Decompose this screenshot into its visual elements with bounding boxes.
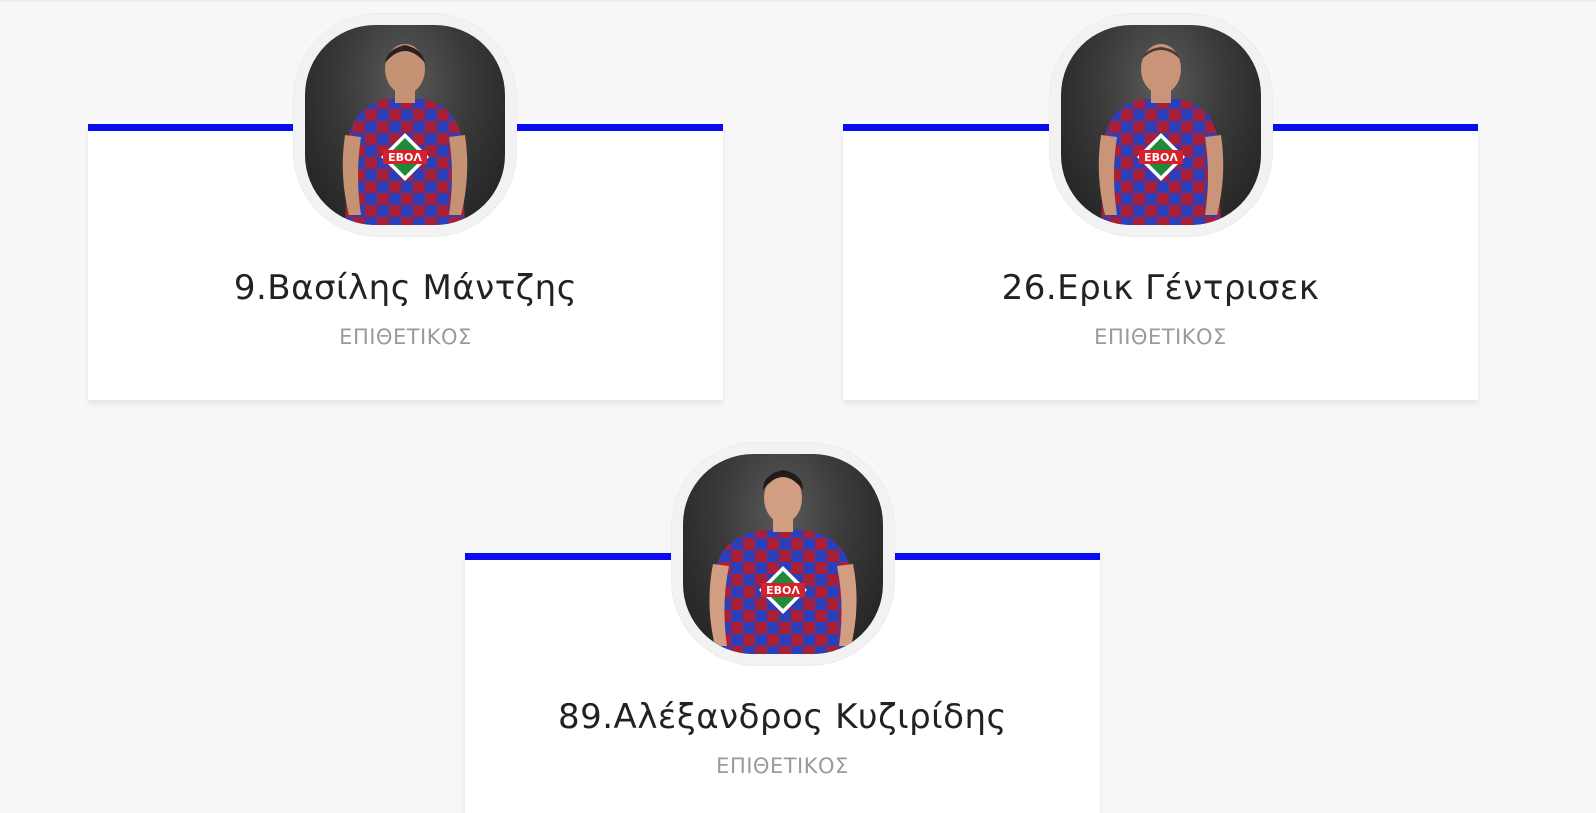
player-name[interactable]: 26.Ερικ Γέντρισεκ	[843, 268, 1478, 308]
player-photo[interactable]: ΕΒΟΛ	[305, 25, 505, 225]
player-name[interactable]: 9.Βασίλης Μάντζης	[88, 268, 723, 308]
player-photo[interactable]: ΕΒΟΛ	[683, 454, 883, 654]
sponsor-logo: ΕΒΟΛ	[766, 584, 800, 597]
player-photo-frame: ΕΒΟΛ	[294, 14, 516, 236]
sponsor-logo: ΕΒΟΛ	[388, 151, 422, 164]
player-name[interactable]: 89.Αλέξανδρος Κυζιρίδης	[465, 697, 1100, 737]
player-position: ΕΠΙΘΕΤΙΚΟΣ	[716, 754, 849, 778]
player-photo-frame: ΕΒΟΛ	[672, 443, 894, 665]
player-photo-frame: ΕΒΟΛ	[1050, 14, 1272, 236]
player-position: ΕΠΙΘΕΤΙΚΟΣ	[339, 325, 472, 349]
player-photo[interactable]: ΕΒΟΛ	[1061, 25, 1261, 225]
page-top-edge	[0, 0, 1596, 2]
player-position: ΕΠΙΘΕΤΙΚΟΣ	[1094, 325, 1227, 349]
sponsor-logo: ΕΒΟΛ	[1144, 151, 1178, 164]
